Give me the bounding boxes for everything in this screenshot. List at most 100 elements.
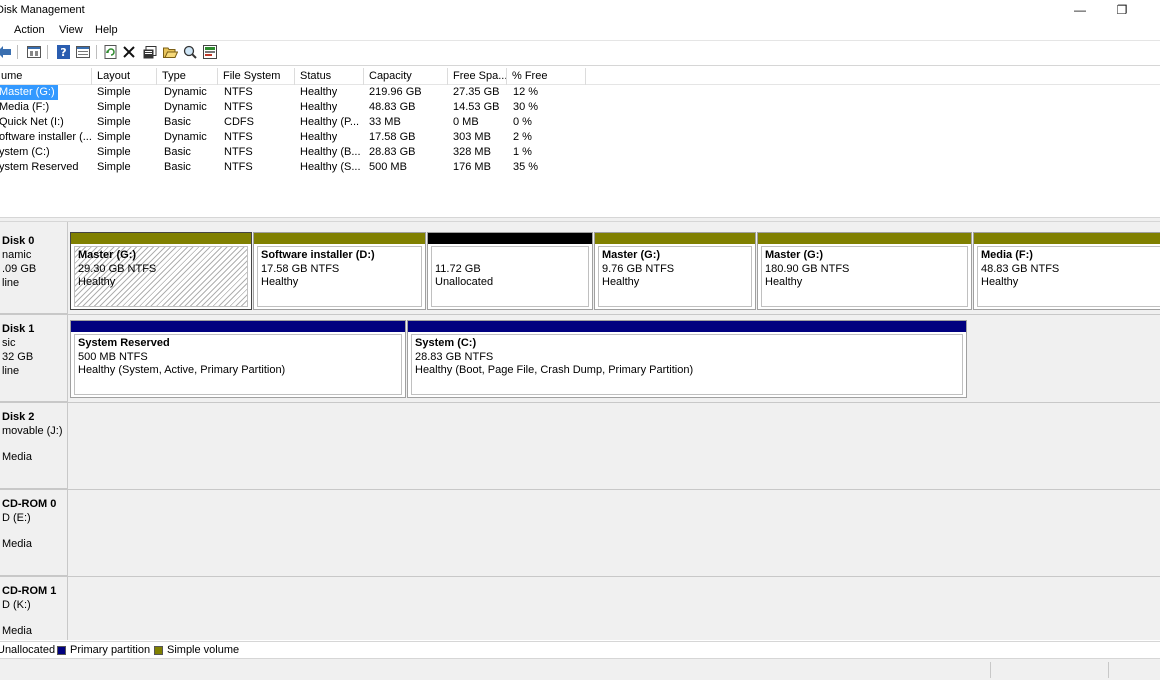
status-bar-separator — [1108, 662, 1109, 678]
disk-size: .09 GB — [2, 263, 37, 275]
volume-row[interactable]: oftware installer (... Simple Dynamic NT… — [0, 130, 1160, 145]
disk-label[interactable]: CD-ROM 0 D (E:) Media — [0, 490, 68, 576]
partition-status: Healthy (Boot, Page File, Crash Dump, Pr… — [415, 364, 694, 376]
partition-color-bar — [758, 233, 971, 244]
show-hide-icon[interactable] — [75, 44, 91, 60]
back-icon[interactable] — [0, 44, 12, 60]
disk-status: line — [2, 365, 20, 377]
disk-label[interactable]: Disk 1 sic 32 GB line — [0, 315, 68, 402]
menu-help[interactable]: Help — [95, 24, 118, 36]
disk-name: CD-ROM 1 — [2, 585, 57, 597]
partition-status: Healthy — [602, 276, 640, 288]
volume-status: Healthy (B... — [300, 146, 361, 158]
legend-primary-label: Primary partition — [70, 644, 151, 656]
volume-percent-free: 2 % — [513, 131, 532, 143]
column-header-percent-free[interactable]: % Free — [507, 68, 586, 85]
volume-status: Healthy — [300, 101, 338, 113]
legend-simple-label: Simple volume — [167, 644, 240, 656]
console-icon[interactable] — [26, 44, 42, 60]
partition-name: Master (G:) — [765, 249, 824, 261]
partition-size: 9.76 GB NTFS — [602, 262, 675, 275]
volume-row[interactable]: Master (G:) Simple Dynamic NTFS Healthy … — [0, 85, 1160, 100]
volume-free-space: 14.53 GB — [453, 101, 500, 113]
disk-row-disk-0: Disk 0 namic .09 GB line Master (G:) 29.… — [0, 222, 1160, 314]
restore-button[interactable]: ❐ — [1102, 2, 1142, 20]
minimize-button[interactable]: — — [1060, 2, 1100, 20]
volume-type: Basic — [164, 161, 191, 173]
partition-block[interactable]: Master (G:) 180.90 GB NTFS Healthy — [757, 232, 972, 310]
disk-label[interactable]: CD-ROM 1 D (K:) Media — [0, 577, 68, 640]
volume-free-space: 328 MB — [453, 146, 491, 158]
volume-list-header: ume Layout Type File System Status Capac… — [0, 68, 1160, 85]
volume-layout: Simple — [97, 161, 131, 173]
menu-action[interactable]: Action — [14, 24, 45, 36]
partition-block[interactable]: Media (F:) 48.83 GB NTFS Healthy — [973, 232, 1160, 310]
legend-primary-swatch — [57, 646, 66, 655]
partition-size: 17.58 GB NTFS — [261, 262, 340, 275]
partition-color-bar — [408, 321, 966, 332]
partition-size: 11.72 GB — [435, 262, 481, 275]
volume-type: Basic — [164, 146, 191, 158]
volume-free-space: 303 MB — [453, 131, 491, 143]
partition-block[interactable]: Master (G:) 29.30 GB NTFS Healthy — [70, 232, 252, 310]
partition-name: System (C:) — [415, 337, 477, 349]
column-header-file-system[interactable]: File System — [218, 68, 295, 85]
volume-row[interactable]: Media (F:) Simple Dynamic NTFS Healthy 4… — [0, 100, 1160, 115]
properties-icon[interactable] — [142, 44, 158, 60]
column-header-status[interactable]: Status — [295, 68, 364, 85]
partition-color-bar — [71, 233, 251, 244]
rescan-icon[interactable] — [202, 44, 218, 60]
partition-block[interactable]: System (C:) 28.83 GB NTFS Healthy (Boot,… — [407, 320, 967, 398]
toolbar-separator — [96, 45, 97, 59]
column-header-free-space[interactable]: Free Spa... — [448, 68, 507, 85]
toolbar-separator — [47, 45, 48, 59]
disk-row-disk-1: Disk 1 sic 32 GB line System Reserved 50… — [0, 315, 1160, 402]
disk-status: Media — [2, 538, 32, 550]
disk-map: Disk 0 namic .09 GB line Master (G:) 29.… — [0, 222, 1160, 640]
volume-file-system: NTFS — [224, 146, 253, 158]
partition-name: Master (G:) — [78, 249, 137, 261]
partition-block[interactable]: Software installer (D:) 17.58 GB NTFS He… — [253, 232, 426, 310]
volume-layout: Simple — [97, 101, 131, 113]
volume-status: Healthy — [300, 86, 338, 98]
refresh-icon[interactable] — [102, 44, 118, 60]
disk-status: Media — [2, 625, 32, 637]
partition-block[interactable]: Master (G:) 9.76 GB NTFS Healthy — [594, 232, 756, 310]
disk-size: 32 GB — [2, 351, 34, 363]
volume-row[interactable]: Quick Net (I:) Simple Basic CDFS Healthy… — [0, 115, 1160, 130]
volume-capacity: 219.96 GB — [369, 86, 422, 98]
disk-label[interactable]: Disk 0 namic .09 GB line — [0, 222, 68, 314]
disk-status: line — [2, 277, 20, 289]
volume-name: ystem Reserved — [0, 161, 79, 173]
volume-type: Dynamic — [164, 131, 207, 143]
volume-capacity: 48.83 GB — [369, 101, 416, 113]
open-icon[interactable] — [162, 44, 178, 60]
disk-type: D (K:) — [2, 599, 31, 611]
column-header-layout[interactable]: Layout — [92, 68, 157, 85]
disk-name: Disk 0 — [2, 235, 35, 247]
partition-block[interactable]: 11.72 GB Unallocated — [427, 232, 593, 310]
disk-name: Disk 2 — [2, 411, 35, 423]
disk-status: Media — [2, 451, 32, 463]
volume-layout: Simple — [97, 131, 131, 143]
delete-icon[interactable] — [121, 44, 137, 60]
menu-view[interactable]: View — [59, 24, 83, 36]
help-icon[interactable]: ? — [55, 44, 71, 60]
disk-row-disk-2: Disk 2 movable (J:) Media — [0, 403, 1160, 489]
volume-capacity: 17.58 GB — [369, 131, 416, 143]
column-header-capacity[interactable]: Capacity — [364, 68, 448, 85]
volume-row[interactable]: ystem Reserved Simple Basic NTFS Healthy… — [0, 160, 1160, 175]
column-header-type[interactable]: Type — [157, 68, 218, 85]
partition-color-bar — [71, 321, 405, 332]
volume-file-system: NTFS — [224, 161, 253, 173]
partition-size: 180.90 GB NTFS — [765, 262, 850, 275]
volume-row[interactable]: ystem (C:) Simple Basic NTFS Healthy (B.… — [0, 145, 1160, 160]
volume-capacity: 33 MB — [369, 116, 401, 128]
explore-icon[interactable] — [182, 44, 198, 60]
partition-size: 48.83 GB NTFS — [981, 262, 1060, 275]
disk-label[interactable]: Disk 2 movable (J:) Media — [0, 403, 68, 489]
partition-block[interactable]: System Reserved 500 MB NTFS Healthy (Sys… — [70, 320, 406, 398]
volume-file-system: CDFS — [224, 116, 254, 128]
column-header-volume[interactable]: ume — [0, 68, 92, 85]
volume-capacity: 28.83 GB — [369, 146, 416, 158]
